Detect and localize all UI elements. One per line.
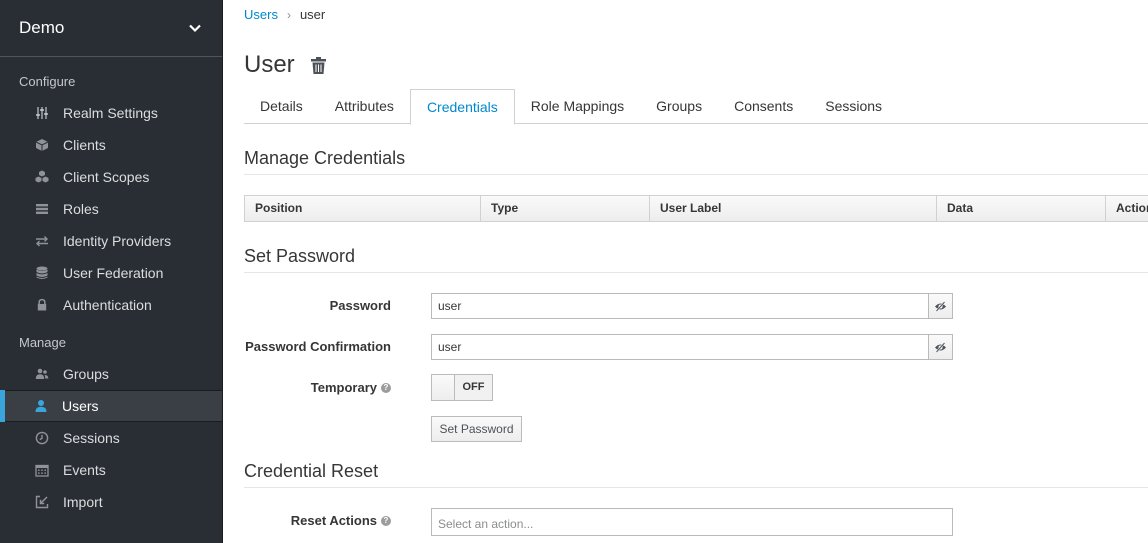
page-title: User (244, 51, 295, 78)
configure-nav: Realm Settings Clients Client Scopes Rol… (0, 97, 222, 321)
users-icon (35, 367, 49, 381)
sidebar-item-user-federation[interactable]: User Federation (0, 257, 222, 289)
lock-icon (35, 298, 49, 312)
sidebar-item-label: Sessions (63, 430, 120, 446)
tab-details[interactable]: Details (244, 89, 319, 124)
manage-nav: Groups Users Sessions Events Import (0, 358, 222, 518)
tab-groups[interactable]: Groups (640, 89, 718, 124)
sidebar-item-label: Authentication (63, 297, 152, 313)
main-content: Users › user User Details Attributes Cre… (244, 0, 1148, 543)
clock-icon (35, 431, 49, 445)
list-icon (35, 202, 49, 216)
toggle-password-visibility-button[interactable] (928, 293, 953, 319)
sidebar-item-label: Import (63, 494, 103, 510)
page-header: User (244, 51, 327, 79)
temporary-toggle[interactable]: OFF (431, 374, 493, 401)
sidebar-item-label: Groups (63, 366, 109, 382)
reset-actions-select[interactable]: Select an action... (431, 508, 953, 536)
reset-actions-label: Reset Actions ? (291, 513, 391, 528)
manage-section-label: Manage (19, 335, 66, 350)
sidebar-item-sessions[interactable]: Sessions (0, 422, 222, 454)
manage-credentials-heading: Manage Credentials (244, 148, 1148, 175)
import-icon (35, 495, 49, 509)
sliders-icon (35, 106, 49, 120)
credential-reset-heading: Credential Reset (244, 461, 1148, 488)
sidebar-item-label: Roles (63, 201, 99, 217)
sidebar: Demo Configure Realm Settings Clients Cl… (0, 0, 223, 543)
sidebar-item-groups[interactable]: Groups (0, 358, 222, 390)
trash-icon[interactable] (310, 56, 327, 75)
breadcrumb-separator-icon: › (286, 7, 291, 22)
tab-consents[interactable]: Consents (718, 89, 809, 124)
temporary-label: Temporary ? (311, 380, 391, 395)
help-icon[interactable]: ? (381, 515, 391, 526)
column-header-actions[interactable]: Actions (1106, 196, 1148, 221)
exchange-icon (35, 234, 49, 248)
realm-selector[interactable]: Demo (0, 0, 222, 57)
set-password-heading: Set Password (244, 246, 1148, 273)
password-confirmation-input-group: user (431, 334, 953, 360)
sidebar-item-label: Events (63, 462, 106, 478)
eye-slash-icon (935, 300, 946, 312)
sidebar-item-users[interactable]: Users (0, 390, 222, 422)
database-icon (35, 266, 49, 280)
toggle-confirmation-visibility-button[interactable] (928, 334, 953, 360)
configure-section-label: Configure (19, 74, 76, 89)
realm-name: Demo (19, 18, 65, 37)
password-confirmation-label-text: Password Confirmation (245, 339, 391, 354)
column-header-user-label[interactable]: User Label (650, 196, 937, 221)
sidebar-item-label: Identity Providers (63, 233, 172, 249)
calendar-icon (35, 463, 49, 477)
password-field[interactable]: user (431, 293, 928, 319)
tab-sessions[interactable]: Sessions (809, 89, 898, 124)
tab-attributes[interactable]: Attributes (319, 89, 410, 124)
tab-role-mappings[interactable]: Role Mappings (515, 89, 640, 124)
cubes-icon (35, 170, 49, 184)
sidebar-item-label: Client Scopes (63, 169, 150, 185)
breadcrumb-users-link[interactable]: Users (244, 7, 278, 22)
tab-bar: Details Attributes Credentials Role Mapp… (244, 89, 1148, 125)
sidebar-item-identity-providers[interactable]: Identity Providers (0, 225, 222, 257)
set-password-button[interactable]: Set Password (431, 416, 522, 442)
toggle-knob (432, 375, 455, 400)
sidebar-item-authentication[interactable]: Authentication (0, 289, 222, 321)
password-label-text: Password (329, 298, 391, 313)
cube-icon (35, 138, 49, 152)
breadcrumb-current: user (299, 7, 326, 22)
sidebar-item-events[interactable]: Events (0, 454, 222, 486)
password-confirmation-label: Password Confirmation (245, 339, 391, 354)
sidebar-item-clients[interactable]: Clients (0, 129, 222, 161)
tab-credentials[interactable]: Credentials (409, 89, 515, 125)
password-input-group: user (431, 293, 953, 319)
sidebar-item-label: Realm Settings (63, 105, 158, 121)
temporary-label-text: Temporary (310, 380, 377, 395)
sidebar-item-label: Clients (63, 137, 106, 153)
sidebar-item-import[interactable]: Import (0, 486, 222, 518)
help-icon[interactable]: ? (381, 382, 391, 393)
column-header-data[interactable]: Data (937, 196, 1106, 221)
column-header-position[interactable]: Position (245, 196, 481, 221)
reset-actions-label-text: Reset Actions (290, 513, 377, 528)
chevron-down-icon (189, 24, 201, 33)
sidebar-item-label: User Federation (63, 265, 164, 281)
sidebar-item-realm-settings[interactable]: Realm Settings (0, 97, 222, 129)
password-label: Password (330, 298, 391, 313)
eye-slash-icon (935, 341, 946, 353)
credentials-table-header: Position Type User Label Data Actions (244, 195, 1148, 222)
user-icon (34, 399, 48, 413)
breadcrumb: Users › user (244, 7, 325, 22)
column-header-type[interactable]: Type (481, 196, 650, 221)
sidebar-item-roles[interactable]: Roles (0, 193, 222, 225)
password-confirmation-field[interactable]: user (431, 334, 928, 360)
sidebar-item-label: Users (62, 398, 99, 414)
sidebar-item-client-scopes[interactable]: Client Scopes (0, 161, 222, 193)
toggle-state: OFF (462, 381, 485, 393)
